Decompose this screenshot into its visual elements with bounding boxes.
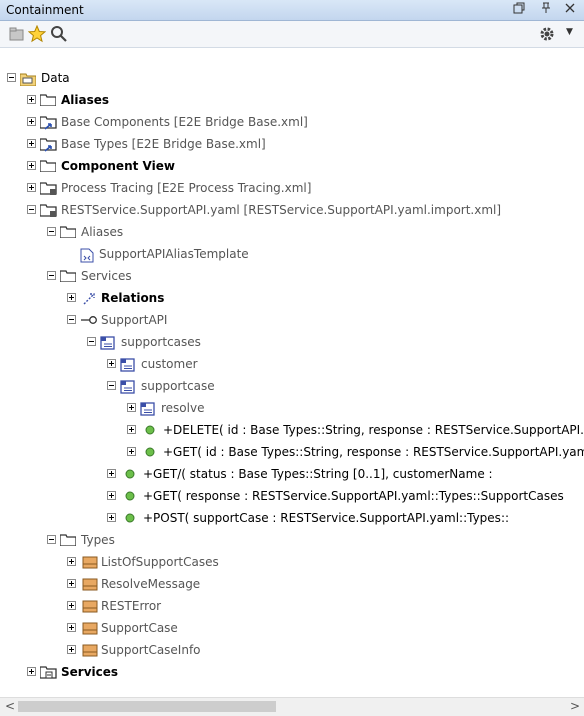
expand-icon[interactable]	[27, 183, 36, 192]
expand-icon[interactable]	[67, 645, 76, 654]
resource-icon	[140, 402, 156, 416]
tree-node-label: +GET/( status : Base Types::String [0..1…	[143, 467, 493, 481]
tree-node-label: SupportAPIAliasTemplate	[99, 247, 249, 261]
tree-node-label: Types	[81, 533, 115, 547]
collapse-icon[interactable]	[27, 205, 36, 214]
operation-icon	[124, 512, 140, 524]
collapse-icon[interactable]	[47, 227, 56, 236]
folder-icon	[39, 94, 57, 107]
tree-node-label: Base Components [E2E Bridge Base.xml]	[61, 115, 308, 129]
collapse-icon[interactable]	[67, 315, 76, 324]
template-icon	[80, 248, 96, 263]
expand-icon[interactable]	[67, 623, 76, 632]
resource-icon	[100, 336, 116, 350]
new-element-icon[interactable]	[8, 25, 26, 43]
operation-icon	[124, 468, 140, 480]
expand-icon[interactable]	[107, 469, 116, 478]
tree-node-label: Relations	[101, 291, 165, 305]
pin-icon[interactable]	[538, 2, 554, 18]
tree-node-label: Services	[81, 269, 132, 283]
tree-node-label: +GET( id : Base Types::String, response …	[163, 445, 584, 459]
tree-node-label: SupportCase	[101, 621, 178, 635]
operation-icon	[144, 446, 160, 458]
interface-icon	[80, 314, 97, 326]
shared-package-icon	[39, 116, 57, 130]
tree-node-label: customer	[141, 357, 198, 371]
class-icon	[82, 600, 98, 613]
expand-icon[interactable]	[67, 579, 76, 588]
expand-icon[interactable]	[107, 491, 116, 500]
gear-icon[interactable]	[538, 25, 556, 43]
folder-icon	[39, 160, 57, 173]
chevron-down-icon[interactable]: ▼	[566, 27, 584, 45]
panel-title-bar: Containment	[0, 0, 584, 21]
services-package-icon	[39, 666, 57, 679]
tree-node-label: Aliases	[61, 93, 110, 107]
tree-node-label: Process Tracing [E2E Process Tracing.xml…	[61, 181, 312, 195]
tree-node-label: resolve	[161, 401, 205, 415]
expand-icon[interactable]	[27, 161, 36, 170]
shared-package-icon	[39, 138, 57, 152]
tree-node-label: +POST( supportCase : RESTService.Support…	[143, 511, 510, 525]
collapse-icon[interactable]	[47, 535, 56, 544]
collapse-icon[interactable]	[107, 381, 116, 390]
horizontal-scrollbar[interactable]: < >	[0, 697, 584, 716]
tree-node-label: Data	[41, 71, 70, 85]
expand-icon[interactable]	[107, 359, 116, 368]
tree-node-label: Services	[61, 665, 119, 679]
resource-icon	[120, 358, 136, 372]
class-icon	[82, 556, 98, 569]
tree-node-label: ListOfSupportCases	[101, 555, 219, 569]
expand-icon[interactable]	[27, 667, 36, 676]
folder-icon	[59, 226, 77, 239]
panel-title: Containment	[6, 3, 84, 17]
expand-icon[interactable]	[67, 557, 76, 566]
expand-icon[interactable]	[67, 601, 76, 610]
tree-node-label: Base Types [E2E Bridge Base.xml]	[61, 137, 266, 151]
tree-node-label: ResolveMessage	[101, 577, 201, 591]
expand-icon[interactable]	[127, 403, 136, 412]
operation-icon	[124, 490, 140, 502]
folder-icon	[59, 534, 77, 547]
expand-icon[interactable]	[127, 447, 136, 456]
tree-node-label: +GET( response : RESTService.SupportAPI.…	[143, 489, 564, 503]
toolbar: ▼	[0, 21, 584, 48]
model-package-icon	[39, 204, 57, 217]
tree-node-label: +DELETE( id : Base Types::String, respon…	[163, 423, 584, 437]
scroll-right-arrow[interactable]: >	[570, 699, 580, 713]
tree-node-label: supportcases	[121, 335, 201, 349]
expand-icon[interactable]	[107, 513, 116, 522]
operation-icon	[144, 424, 160, 436]
class-icon	[82, 622, 98, 635]
expand-icon[interactable]	[27, 95, 36, 104]
scroll-left-arrow[interactable]: <	[5, 699, 15, 713]
package-icon	[19, 72, 37, 87]
containment-tree: Data Aliases Base Components [E2E Bridge…	[4, 50, 584, 685]
star-icon[interactable]	[27, 24, 47, 43]
tree-node-label: Aliases	[81, 225, 124, 239]
class-icon	[82, 644, 98, 657]
expand-icon[interactable]	[127, 425, 136, 434]
folder-icon	[59, 270, 77, 283]
resource-icon	[120, 380, 136, 394]
tree-node-label: SupportCaseInfo	[101, 643, 201, 657]
model-package-icon	[39, 182, 57, 195]
class-icon	[82, 578, 98, 591]
tree-node-label: Component View	[61, 159, 175, 173]
restore-window-icon[interactable]	[511, 2, 527, 18]
collapse-icon[interactable]	[47, 271, 56, 280]
expand-icon[interactable]	[67, 293, 76, 302]
relations-icon	[82, 292, 98, 305]
tree-node-label: RESTError	[101, 599, 162, 613]
collapse-icon[interactable]	[7, 73, 16, 82]
tree-node-label: RESTService.SupportAPI.yaml [RESTService…	[61, 203, 502, 217]
collapse-icon[interactable]	[87, 337, 96, 346]
tree-node-label: SupportAPI	[101, 313, 168, 327]
scroll-thumb[interactable]	[18, 701, 276, 712]
tree-node-label: supportcase	[141, 379, 215, 393]
expand-icon[interactable]	[27, 117, 36, 126]
expand-icon[interactable]	[27, 139, 36, 148]
close-icon[interactable]	[562, 2, 578, 18]
search-icon[interactable]	[50, 25, 68, 43]
